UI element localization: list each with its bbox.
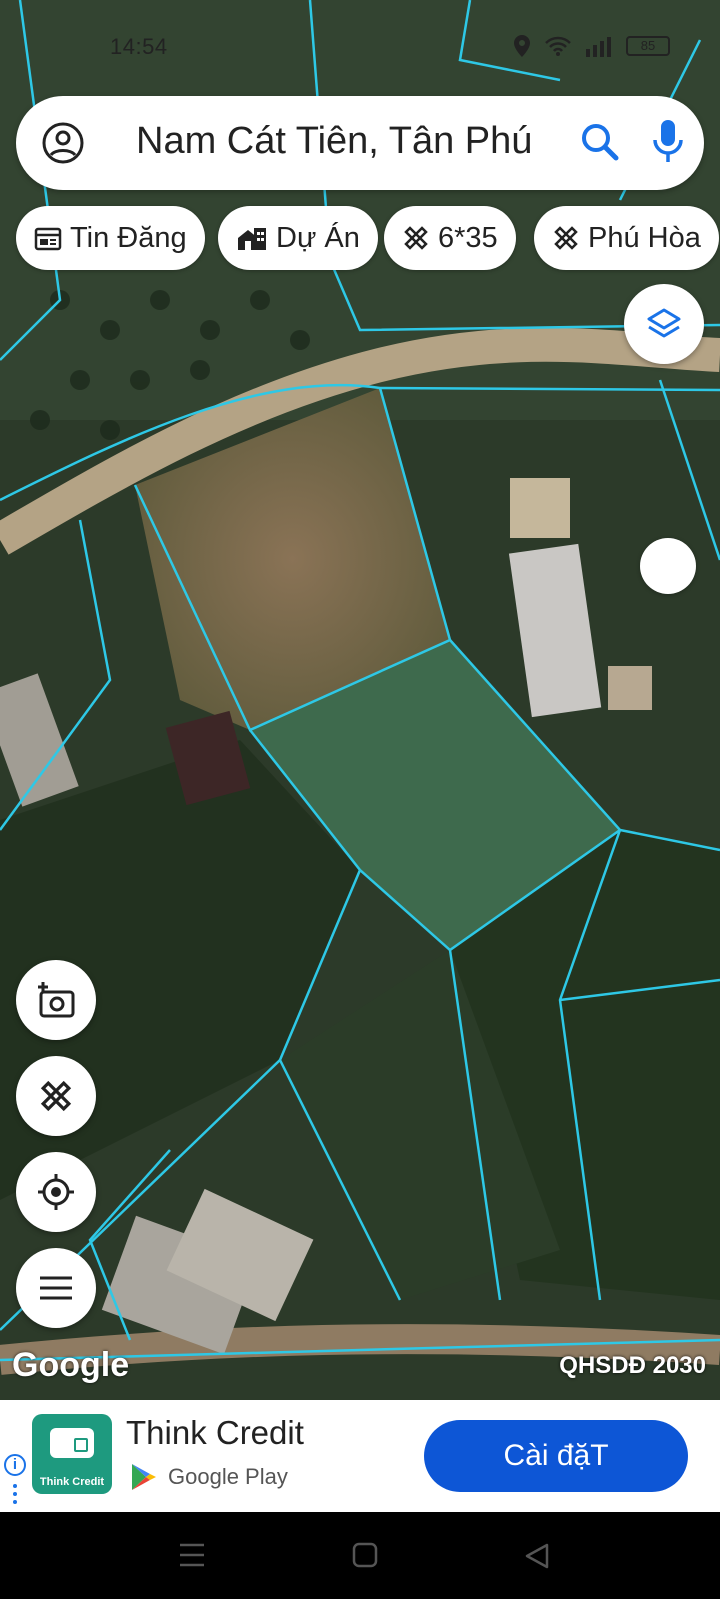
measure-button[interactable]	[16, 1056, 96, 1136]
ad-store-label: Google Play	[168, 1464, 288, 1489]
calendar-icon	[34, 227, 62, 251]
home-icon[interactable]	[352, 1542, 378, 1568]
crosshair-location-icon	[38, 1174, 74, 1210]
chip-du-an[interactable]: Dự Án	[218, 206, 378, 270]
status-bar: 14:54 85	[0, 30, 720, 66]
add-photo-button[interactable]	[16, 960, 96, 1040]
back-icon[interactable]	[524, 1542, 550, 1570]
search-icon[interactable]	[578, 120, 622, 164]
signal-icon	[586, 37, 611, 57]
map-marker-handle[interactable]	[640, 538, 696, 594]
app-logo-label: Think Credit	[39, 1476, 105, 1488]
location-icon	[514, 35, 530, 57]
wallet-icon	[50, 1428, 94, 1458]
app-logo: Think Credit	[32, 1414, 112, 1494]
install-button[interactable]: Cài đặT	[424, 1420, 688, 1492]
buildings-icon	[238, 228, 266, 250]
chip-phu-hoa[interactable]: Phú Hòa	[534, 206, 719, 270]
account-icon[interactable]	[42, 122, 84, 164]
chip-tin-dang[interactable]: Tin Đăng	[16, 206, 205, 270]
status-time: 14:54	[110, 34, 168, 59]
search-query-text[interactable]: Nam Cát Tiên, Tân Phú	[136, 120, 532, 163]
microphone-icon[interactable]	[652, 118, 684, 166]
ruler-pencil-icon	[40, 1080, 72, 1112]
status-icons: 85	[512, 34, 670, 58]
ad-banner[interactable]: i Think Credit Think Credit Google Play …	[0, 1400, 720, 1512]
search-bar[interactable]: Nam Cát Tiên, Tân Phú	[16, 96, 704, 190]
recent-apps-icon[interactable]	[178, 1542, 206, 1568]
chip-label: Tin Đăng	[70, 221, 187, 254]
system-navigation-bar	[0, 1512, 720, 1599]
chip-label: Phú Hòa	[588, 221, 701, 254]
menu-button[interactable]	[16, 1248, 96, 1328]
ad-info-icon[interactable]: i	[4, 1454, 26, 1476]
ad-store: Google Play	[130, 1462, 288, 1492]
ad-app-name: Think Credit	[126, 1414, 304, 1451]
battery-icon: 85	[626, 36, 670, 56]
chip-label: 6*35	[438, 221, 498, 254]
chip-6x35[interactable]: 6*35	[384, 206, 516, 270]
ruler-pencil-icon	[404, 226, 428, 250]
chip-label: Dự Án	[276, 221, 360, 254]
layer-label: QHSDĐ 2030	[559, 1352, 706, 1379]
google-attribution: Google	[12, 1346, 130, 1384]
filter-chips: Tin Đăng Dự Án 6*35 Phú Hòa	[16, 206, 720, 270]
google-play-icon	[132, 1464, 156, 1490]
layers-button[interactable]	[624, 284, 704, 364]
add-photo-icon	[38, 982, 75, 1018]
wifi-icon	[545, 36, 571, 56]
ad-options-icon[interactable]	[13, 1484, 17, 1508]
my-location-button[interactable]	[16, 1152, 96, 1232]
ruler-pencil-icon	[554, 226, 578, 250]
layers-icon	[647, 308, 681, 338]
hamburger-menu-icon	[40, 1276, 72, 1300]
